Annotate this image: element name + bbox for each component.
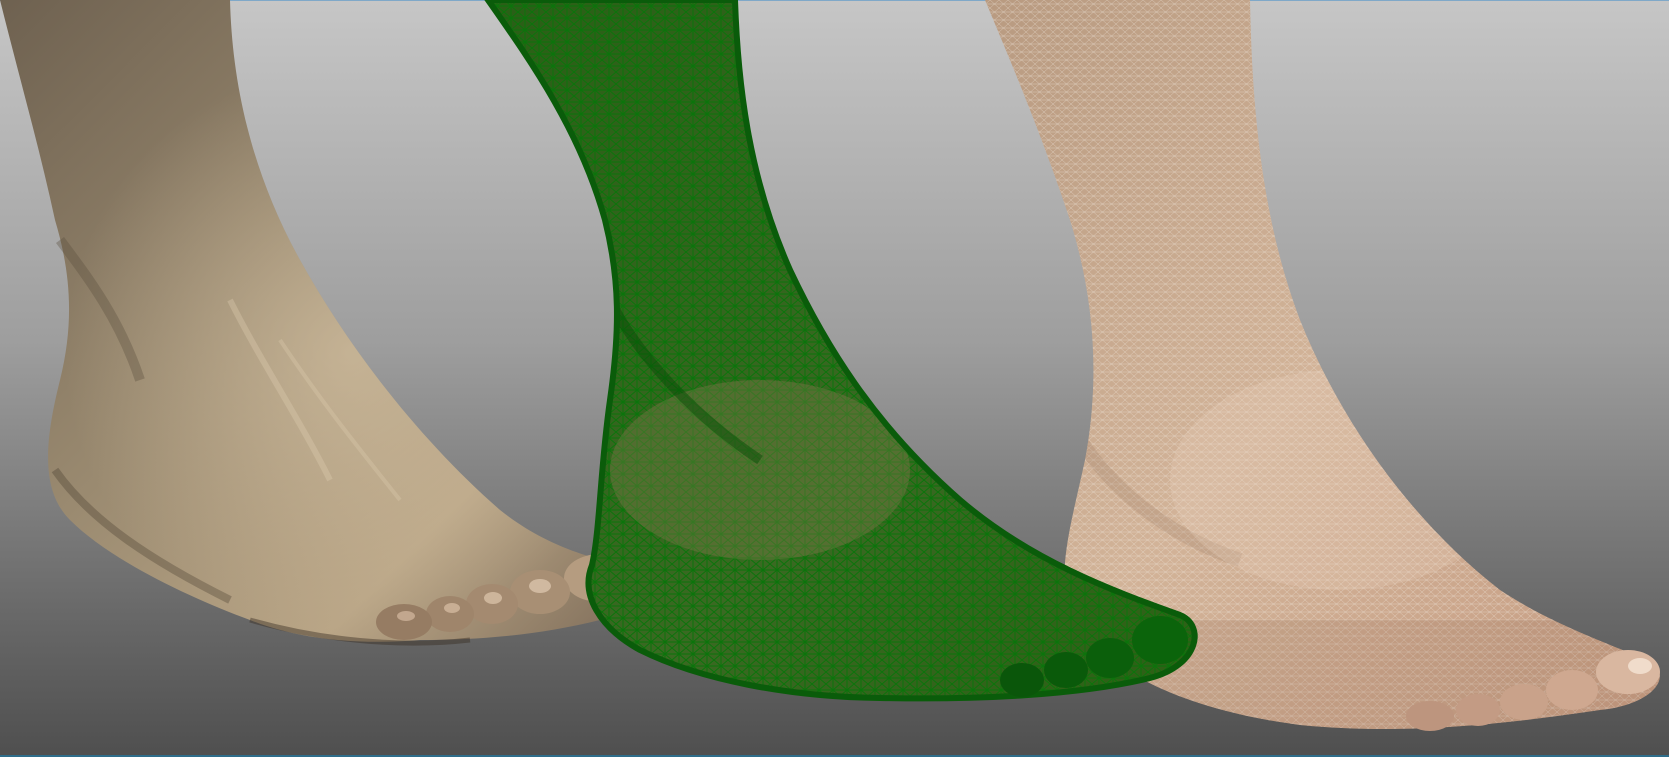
foot-models-scene: [0, 0, 1660, 731]
3d-viewport[interactable]: [0, 0, 1669, 757]
textured-foot-model: [0, 0, 641, 646]
